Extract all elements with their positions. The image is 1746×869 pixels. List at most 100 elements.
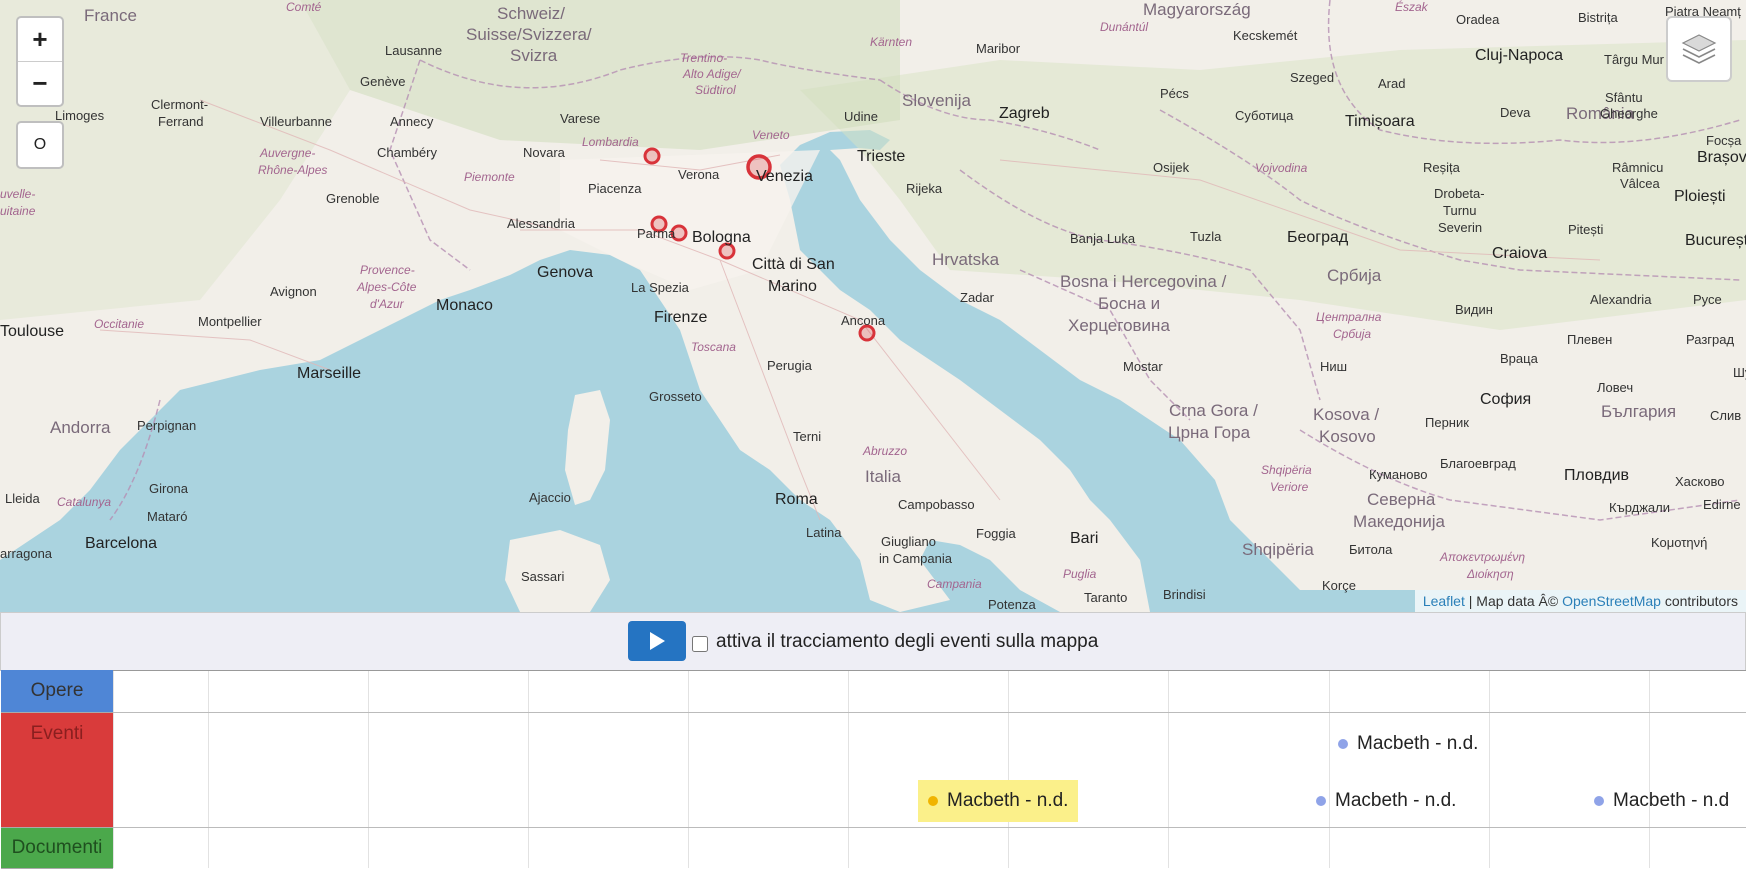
map-label: Suisse/Svizzera/	[466, 25, 592, 44]
map-label: Südtirol	[695, 83, 736, 97]
map-label: Русе	[1693, 292, 1722, 307]
layers-icon	[1681, 34, 1717, 64]
timeline-gridline	[528, 670, 529, 868]
map-label: arragona	[0, 546, 53, 561]
map-label: Toscana	[691, 340, 736, 354]
group-label-opere: Opere	[1, 670, 113, 713]
map-label: Перник	[1425, 415, 1469, 430]
timeline-gridline	[848, 670, 849, 868]
map-label: Shqipëria	[1242, 540, 1314, 559]
map-label: Genève	[360, 74, 406, 89]
map-label: Banja Luka	[1070, 231, 1136, 246]
map-label: Ancona	[841, 313, 886, 328]
zoom-in-button[interactable]: +	[18, 18, 62, 61]
map-label: Perugia	[767, 358, 812, 373]
map-label: Oradea	[1456, 12, 1500, 27]
leaflet-link[interactable]: Leaflet	[1423, 593, 1465, 609]
map-label: Црна Гора	[1168, 423, 1251, 442]
map-label: Rijeka	[906, 181, 943, 196]
map-label: Deva	[1500, 105, 1531, 120]
map-label: Ploiești	[1674, 188, 1726, 205]
map-label: Pécs	[1160, 86, 1189, 101]
map-label: Ferrand	[158, 114, 204, 129]
map-label: Κομοτηνή	[1651, 535, 1708, 550]
play-button[interactable]	[628, 621, 686, 661]
map-label: България	[1601, 402, 1677, 421]
trace-events-checkbox[interactable]	[692, 636, 708, 652]
map-label: Zagreb	[999, 105, 1050, 122]
map-label: Shqipëria	[1261, 463, 1312, 477]
map-label: Reșița	[1423, 160, 1460, 175]
event-marker[interactable]	[858, 324, 876, 342]
map-label: Mostar	[1123, 359, 1163, 374]
map-label: Hrvatska	[932, 250, 1000, 269]
zoom-out-button[interactable]: −	[18, 61, 62, 105]
map-label: uitaine	[0, 204, 36, 218]
timeline-event-item[interactable]: Macbeth - n.d	[1594, 787, 1729, 815]
map-label: Ajaccio	[529, 490, 571, 505]
map-attribution: Leaflet | Map data Â© OpenStreetMap cont…	[1414, 590, 1746, 612]
map-label: Verona	[678, 167, 720, 182]
map-label: Србија	[1327, 266, 1382, 285]
map-label: Craiova	[1492, 245, 1548, 262]
map-label: Piacenza	[588, 181, 642, 196]
map-extra-button[interactable]: O	[16, 121, 64, 169]
map-label: Kecskemét	[1233, 28, 1298, 43]
map-label: Кърджали	[1609, 500, 1670, 515]
map-label: Venezia	[756, 168, 813, 185]
map-label: Vojvodina	[1255, 161, 1308, 175]
timeline-gridline	[1649, 670, 1650, 868]
map-label: Montpellier	[198, 314, 262, 329]
map-label: Magyarország	[1143, 0, 1251, 19]
map-label: Osijek	[1153, 160, 1190, 175]
map-label: Chambéry	[377, 145, 437, 160]
map-label: Kosovo	[1319, 427, 1376, 446]
map-label: Târgu Mur	[1604, 52, 1664, 67]
timeline-gridline	[368, 670, 369, 868]
event-dot	[928, 796, 938, 806]
map[interactable]: France Comté Schweiz/ Suisse/Svizzera/ S…	[0, 0, 1746, 612]
timeline[interactable]: Opere Eventi Documenti Macbeth - n.d. Ma…	[0, 670, 1746, 869]
map-label: Szeged	[1290, 70, 1335, 85]
layers-button[interactable]	[1666, 16, 1732, 82]
map-label: Разград	[1686, 332, 1735, 347]
map-label: Marino	[768, 278, 817, 295]
map-label: Marseille	[297, 365, 362, 382]
map-label: d'Azur	[370, 297, 404, 311]
map-label: Pitești	[1568, 222, 1604, 237]
map-label: Giugliano	[881, 534, 936, 549]
group-label-text: Opere	[30, 680, 84, 701]
map-label: Brașov	[1697, 149, 1746, 166]
map-label: Sfântu	[1605, 90, 1643, 105]
map-label: Novara	[523, 145, 565, 160]
map-label: Kärnten	[870, 35, 913, 49]
timeline-event-item[interactable]: Macbeth - n.d.	[1316, 787, 1456, 815]
map-label: Vâlcea	[1620, 176, 1660, 191]
map-label: Occitanie	[94, 317, 145, 331]
event-dot	[1594, 796, 1604, 806]
map-label: Αποκεντρωμένη	[1440, 550, 1526, 564]
map-label: Catalunya	[57, 495, 112, 509]
map-label: Grosseto	[649, 389, 702, 404]
event-marker[interactable]	[643, 147, 661, 165]
map-label: Gheorghe	[1600, 106, 1658, 121]
map-label: Focșa	[1706, 133, 1742, 148]
timeline-event-item[interactable]: Macbeth - n.d.	[1338, 730, 1478, 758]
play-icon	[650, 632, 665, 650]
timeline-event-item[interactable]: Macbeth - n.d.	[918, 780, 1079, 822]
map-label: Potenza	[988, 597, 1036, 612]
map-label: Битола	[1349, 542, 1393, 557]
map-label: Észak	[1395, 0, 1428, 14]
map-label: Видин	[1455, 302, 1493, 317]
map-label: Slovenija	[902, 91, 971, 110]
event-item-label: Macbeth - n.d.	[1335, 790, 1457, 811]
timeline-gridline	[1168, 670, 1169, 868]
osm-link[interactable]: OpenStreetMap	[1562, 593, 1661, 609]
map-label: Херцеговина	[1068, 316, 1170, 335]
map-label: Svizra	[510, 46, 558, 65]
map-label: Roma	[775, 491, 818, 508]
group-label-text: Documenti	[11, 837, 103, 858]
map-label: Sassari	[521, 569, 565, 584]
group-label-eventi: Eventi	[1, 713, 113, 828]
map-label: Schweiz/	[497, 4, 566, 23]
